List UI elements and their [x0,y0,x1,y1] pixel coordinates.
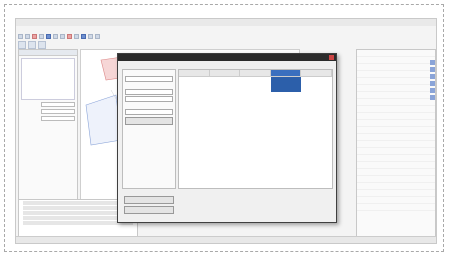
property-item[interactable] [357,113,435,120]
option-input[interactable] [125,89,173,95]
toolbar-icon[interactable] [39,34,44,39]
option-input[interactable] [125,96,173,102]
property-item[interactable] [357,99,435,106]
results-table [178,69,333,189]
tab[interactable] [28,41,36,49]
property-item[interactable] [357,85,435,92]
table-cell [179,87,210,92]
option-input[interactable] [125,109,173,115]
tool-icon[interactable] [430,95,435,100]
dialog-action-button[interactable] [125,117,173,125]
toolbar-icon[interactable] [74,34,79,39]
column-header[interactable] [179,70,210,76]
dialog-footer [122,194,176,220]
property-row [21,102,75,107]
table-cell-selected [270,87,302,92]
table-header [179,70,332,77]
toolbar-icon[interactable] [95,34,100,39]
toolbar-icon[interactable] [81,34,86,39]
option-label [123,103,175,108]
property-item[interactable] [357,92,435,99]
property-item[interactable] [357,148,435,155]
property-item[interactable] [357,57,435,64]
toolbar-icon[interactable] [25,34,30,39]
property-item[interactable] [357,169,435,176]
tab[interactable] [18,41,26,49]
property-item[interactable] [357,162,435,169]
status-bar [16,236,436,243]
table-cell [240,87,271,92]
property-item[interactable] [357,50,435,57]
table-cell [301,87,332,92]
dialog-button[interactable] [124,196,174,204]
panel-title [19,50,77,56]
property-item[interactable] [357,176,435,183]
tab[interactable] [38,41,46,49]
toolbar-icon[interactable] [67,34,72,39]
tree-item[interactable] [22,79,74,84]
dialog-button[interactable] [124,206,174,214]
toolbar-icon[interactable] [18,34,23,39]
toolbar-icon[interactable] [32,34,37,39]
property-item[interactable] [357,134,435,141]
property-item[interactable] [357,64,435,71]
blue-shape[interactable] [85,94,122,146]
close-icon[interactable] [329,55,334,60]
property-item[interactable] [357,155,435,162]
tool-icon[interactable] [430,60,435,65]
column-header-selected[interactable] [270,70,302,76]
option-dropdown[interactable] [125,76,173,82]
property-item[interactable] [357,190,435,197]
column-header[interactable] [240,70,271,76]
column-header[interactable] [210,70,241,76]
toolbar-icon[interactable] [88,34,93,39]
property-item[interactable] [357,78,435,85]
side-icon-strip [429,58,436,102]
property-item[interactable] [357,71,435,78]
dialog-title [118,54,336,61]
tree-view[interactable] [21,58,75,100]
option-label [123,83,175,88]
property-field[interactable] [41,116,75,121]
toolbar-icon[interactable] [53,34,58,39]
properties-panel [356,49,436,239]
column-header[interactable] [301,70,332,76]
property-item[interactable] [357,120,435,127]
property-item[interactable] [357,204,435,211]
option-label [123,70,175,75]
property-item[interactable] [357,106,435,113]
property-field[interactable] [41,102,75,107]
property-row [21,109,75,114]
document-tabs [18,41,46,49]
property-row [21,116,75,121]
property-field[interactable] [41,109,75,114]
left-panel [18,49,78,217]
table-row[interactable] [179,87,332,92]
property-item[interactable] [357,197,435,204]
toolbar [18,34,348,40]
modal-dialog [117,53,337,223]
table-cell [210,87,241,92]
dialog-options-pane [122,69,176,189]
property-item[interactable] [357,183,435,190]
toolbar-icon[interactable] [60,34,65,39]
tool-icon[interactable] [430,81,435,86]
toolbar-icon[interactable] [46,34,51,39]
property-item[interactable] [357,127,435,134]
tool-icon[interactable] [430,74,435,79]
property-item[interactable] [357,141,435,148]
tool-icon[interactable] [430,88,435,93]
menu-bar [18,27,42,33]
tool-icon[interactable] [430,67,435,72]
title-bar [16,19,436,26]
